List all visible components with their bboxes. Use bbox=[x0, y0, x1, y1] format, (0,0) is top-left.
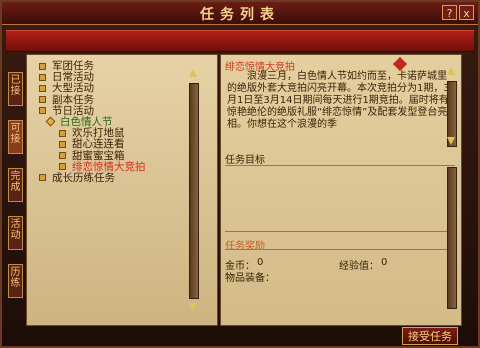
quest-list-window: 任务列表 ? x 已接 可接 完成 活动 历练 军团任务 日常活动 大型活动 副… bbox=[0, 0, 480, 348]
tree-label: 副本任务 bbox=[52, 93, 94, 106]
tab-completed[interactable]: 完成 bbox=[8, 168, 23, 202]
star-icon bbox=[392, 56, 408, 72]
folder-icon bbox=[39, 84, 46, 92]
folder-icon bbox=[39, 73, 46, 81]
exp-value: 0 bbox=[381, 257, 388, 268]
help-button[interactable]: ? bbox=[442, 5, 457, 20]
quest-description: 浪漫三月，白色情人节如约而至，卡诺萨城里的绝版外套大竞拍闪亮开幕。本次竞拍分为1… bbox=[227, 71, 450, 130]
tree-label: 甜蜜蜜宝箱 bbox=[72, 149, 125, 162]
header-band bbox=[6, 30, 474, 52]
folder-icon bbox=[39, 62, 46, 70]
tree-label: 甜心连连看 bbox=[72, 138, 125, 151]
scroll-up-arrow-icon[interactable] bbox=[189, 69, 197, 77]
tree-label: 绯恋惊情大竞拍 bbox=[72, 160, 146, 173]
tree-label: 节日活动 bbox=[52, 104, 94, 117]
quest-tree: 军团任务 日常活动 大型活动 副本任务 节日活动 白色情人节 欢乐打地鼠 甜心连… bbox=[39, 61, 199, 184]
scroll-up-arrow-icon[interactable] bbox=[447, 67, 455, 75]
scroll-down-arrow-icon[interactable] bbox=[189, 303, 197, 311]
tab-experience[interactable]: 历练 bbox=[8, 264, 23, 298]
divider bbox=[225, 231, 455, 232]
tree-item-growth[interactable]: 成长历练任务 bbox=[39, 171, 199, 184]
divider bbox=[225, 165, 455, 166]
tree-label: 大型活动 bbox=[52, 82, 94, 95]
reward-scrollbar[interactable] bbox=[447, 167, 457, 309]
folder-icon bbox=[39, 96, 46, 104]
tab-accepted[interactable]: 已接 bbox=[8, 72, 23, 106]
accept-quest-button[interactable]: 接受任务 bbox=[402, 327, 458, 345]
objective-label: 任务目标 bbox=[225, 155, 265, 166]
tab-activities[interactable]: 活动 bbox=[8, 216, 23, 250]
title-bar: 任务列表 ? x bbox=[2, 2, 478, 25]
quest-detail-panel: 绯恋惊情大竞拍 浪漫三月，白色情人节如约而至，卡诺萨城里的绝版外套大竞拍闪亮开幕… bbox=[220, 54, 462, 326]
folder-icon bbox=[39, 107, 46, 115]
divider bbox=[225, 249, 455, 250]
exp-label: 经验值： bbox=[339, 261, 379, 272]
folder-icon bbox=[39, 174, 46, 182]
items-label: 物品装备： bbox=[225, 273, 275, 284]
tree-label: 成长历练任务 bbox=[52, 171, 115, 184]
quest-icon bbox=[59, 129, 66, 137]
quest-tree-panel: 军团任务 日常活动 大型活动 副本任务 节日活动 白色情人节 欢乐打地鼠 甜心连… bbox=[26, 54, 218, 326]
gold-value: 0 bbox=[257, 257, 264, 268]
scroll-down-arrow-icon[interactable] bbox=[447, 137, 455, 145]
close-button[interactable]: x bbox=[459, 5, 474, 20]
tree-scrollbar[interactable] bbox=[189, 83, 199, 299]
quest-icon bbox=[59, 163, 66, 171]
quest-icon bbox=[59, 140, 66, 148]
quest-icon bbox=[59, 152, 66, 159]
tab-available[interactable]: 可接 bbox=[8, 120, 23, 154]
window-title: 任务列表 bbox=[200, 7, 280, 23]
diamond-icon bbox=[45, 116, 56, 127]
